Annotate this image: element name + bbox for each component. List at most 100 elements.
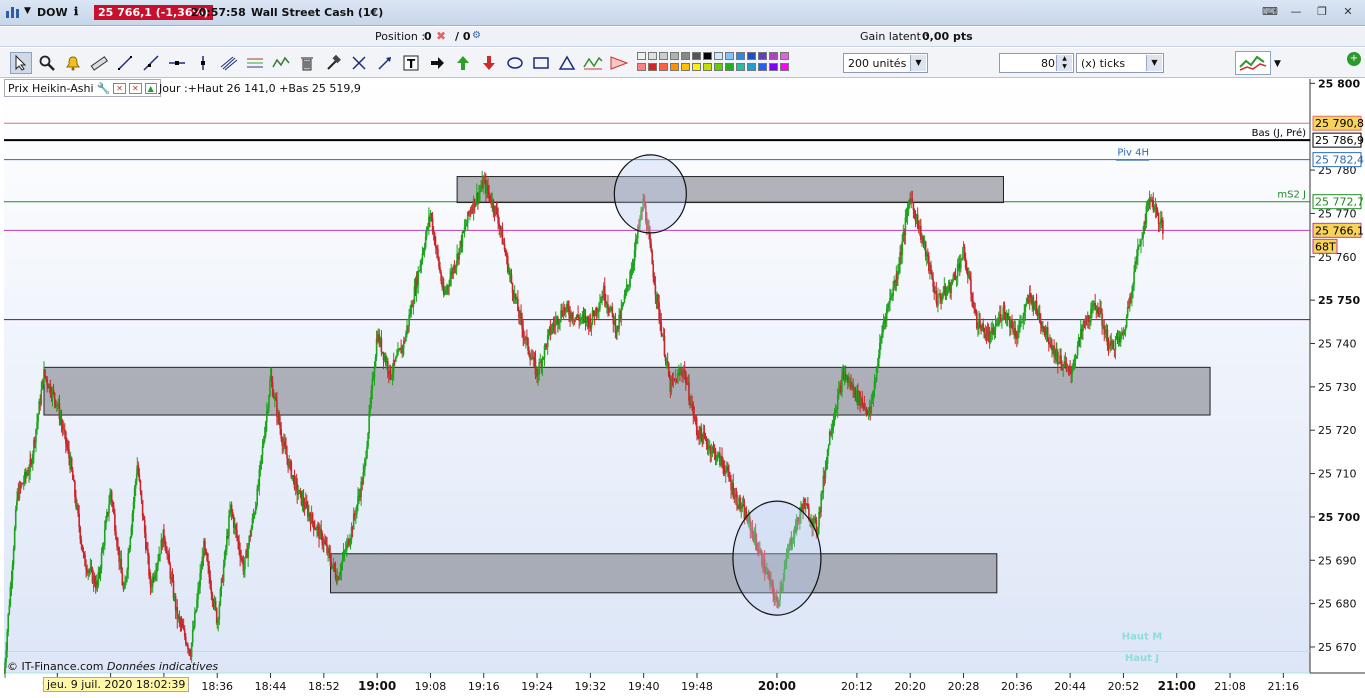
hammer-tool-icon[interactable] xyxy=(322,52,344,74)
rectangle-tool-icon[interactable] xyxy=(530,52,552,74)
color-swatch[interactable] xyxy=(725,63,734,71)
cross-line-icon[interactable] xyxy=(348,52,370,74)
info-icon[interactable]: ℹ xyxy=(74,5,78,18)
color-swatch[interactable] xyxy=(780,52,789,60)
bull-candle xyxy=(1071,368,1074,374)
chevron-down-icon[interactable]: ▼ xyxy=(910,55,926,71)
chevron-down-icon[interactable]: ▼ xyxy=(1146,55,1162,71)
bull-candle xyxy=(371,378,374,390)
chevron-down-icon[interactable]: ▼ xyxy=(1274,59,1281,69)
zigzag-tool-icon[interactable] xyxy=(582,52,604,74)
indicator-header[interactable]: Prix Heikin-Ashi 🔧 ✕ ✕ ▲ xyxy=(4,79,161,97)
bull-candle xyxy=(1090,308,1092,322)
color-swatch[interactable] xyxy=(692,52,701,60)
color-swatch[interactable] xyxy=(758,52,767,60)
units-select[interactable]: 200 unités ▼ xyxy=(843,53,928,73)
wave-tool-icon[interactable] xyxy=(270,52,292,74)
fibonacci-tool-icon[interactable] xyxy=(244,52,266,74)
color-swatch[interactable] xyxy=(703,52,712,60)
line-tool-icon[interactable] xyxy=(114,52,136,74)
color-swatch[interactable] xyxy=(725,52,734,60)
bear-candle xyxy=(380,338,383,353)
color-swatch[interactable] xyxy=(670,63,679,71)
color-swatch[interactable] xyxy=(736,63,745,71)
instrument-name[interactable]: DOW xyxy=(37,6,68,19)
ticks-unit-select[interactable]: (x) ticks ▼ xyxy=(1076,53,1164,73)
bear-candle xyxy=(568,308,570,316)
bear-candle xyxy=(178,615,181,620)
pointer-tool-icon[interactable] xyxy=(10,52,32,74)
color-swatch[interactable] xyxy=(670,52,679,60)
ray-tool-icon[interactable] xyxy=(140,52,162,74)
minimize-button[interactable]: — xyxy=(1287,5,1305,19)
close-button[interactable]: ✕ xyxy=(1339,5,1357,19)
ruler-tool-icon[interactable] xyxy=(88,52,110,74)
close-indicator-icon[interactable]: ✕ xyxy=(113,82,126,94)
horizontal-line-icon[interactable] xyxy=(166,52,188,74)
color-swatch[interactable] xyxy=(659,52,668,60)
zoom-tool-icon[interactable] xyxy=(36,52,58,74)
plus-icon[interactable]: + xyxy=(1347,52,1361,66)
wrench-icon[interactable]: 🔧 xyxy=(97,82,111,95)
bear-candle xyxy=(73,479,75,482)
color-swatch[interactable] xyxy=(681,52,690,60)
chart-type-icon[interactable] xyxy=(5,5,21,22)
vertical-line-icon[interactable] xyxy=(192,52,214,74)
color-swatch[interactable] xyxy=(681,63,690,71)
price-chart[interactable]: Bas (J, Pré) Piv 4H mS2 J Haut M Haut J 25 6… xyxy=(3,77,1365,695)
bull-candle xyxy=(1123,330,1126,333)
chart-canvas[interactable]: Bas (J, Pré) Piv 4H mS2 J Haut M Haut J 25 6… xyxy=(3,77,1365,695)
color-swatch[interactable] xyxy=(703,63,712,71)
color-swatch[interactable] xyxy=(637,63,646,71)
bear-candle xyxy=(577,314,579,318)
text-tool-icon[interactable]: T xyxy=(400,52,422,74)
keyboard-icon[interactable]: ⌨ xyxy=(1261,5,1279,19)
bear-candle xyxy=(1032,296,1035,310)
ticks-stepper[interactable]: 80 ▲ ▼ xyxy=(999,53,1074,73)
color-swatch[interactable] xyxy=(714,63,723,71)
pattern-tool-icon[interactable] xyxy=(608,52,630,74)
remove-indicator-icon[interactable]: ✕ xyxy=(128,82,142,94)
bull-candle xyxy=(340,563,343,572)
bull-candle xyxy=(150,586,153,588)
settings-icon[interactable]: ⚙ xyxy=(472,30,481,41)
arrow-line-icon[interactable] xyxy=(374,52,396,74)
indicator-menu-icon[interactable] xyxy=(1235,51,1271,75)
color-swatch[interactable] xyxy=(714,52,723,60)
color-swatch[interactable] xyxy=(692,63,701,71)
color-swatch[interactable] xyxy=(780,63,789,71)
support-resistance-zone xyxy=(43,366,1211,416)
chevron-down-icon[interactable]: ▼ xyxy=(24,6,31,16)
restore-button[interactable]: ❐ xyxy=(1313,5,1331,19)
trash-icon[interactable] xyxy=(296,52,318,74)
indicator-name[interactable]: Prix Heikin-Ashi xyxy=(8,82,94,95)
color-swatch[interactable] xyxy=(747,63,756,71)
ellipse-tool-icon[interactable] xyxy=(504,52,526,74)
close-position-icon[interactable]: ✖ xyxy=(436,29,446,43)
bull-candle xyxy=(537,374,539,377)
circle-annotation xyxy=(732,500,822,616)
title-bar: ▼ DOW ℹ 25 766,1 (-1,36%) 20:57:58 Wall … xyxy=(0,0,1365,26)
bear-candle xyxy=(517,298,519,312)
color-swatch[interactable] xyxy=(736,52,745,60)
right-arrow-icon[interactable] xyxy=(426,52,448,74)
color-swatch[interactable] xyxy=(648,63,657,71)
bull-candle xyxy=(247,545,249,558)
up-arrow-icon[interactable] xyxy=(452,52,474,74)
color-swatch[interactable] xyxy=(747,52,756,60)
bear-candle xyxy=(172,580,175,599)
color-swatch[interactable] xyxy=(648,52,657,60)
stepper-arrows-icon[interactable]: ▲ ▼ xyxy=(1056,55,1072,71)
channel-tool-icon[interactable] xyxy=(218,52,240,74)
down-arrow-icon[interactable] xyxy=(478,52,500,74)
color-swatch[interactable] xyxy=(758,63,767,71)
color-swatch[interactable] xyxy=(769,63,778,71)
triangle-tool-icon[interactable] xyxy=(556,52,578,74)
bear-candle xyxy=(666,360,669,364)
color-swatch[interactable] xyxy=(637,52,646,60)
move-up-icon[interactable]: ▲ xyxy=(144,82,157,94)
alert-bell-icon[interactable] xyxy=(62,52,84,74)
color-swatch[interactable] xyxy=(659,63,668,71)
bull-candle xyxy=(546,335,549,348)
color-swatch[interactable] xyxy=(769,52,778,60)
